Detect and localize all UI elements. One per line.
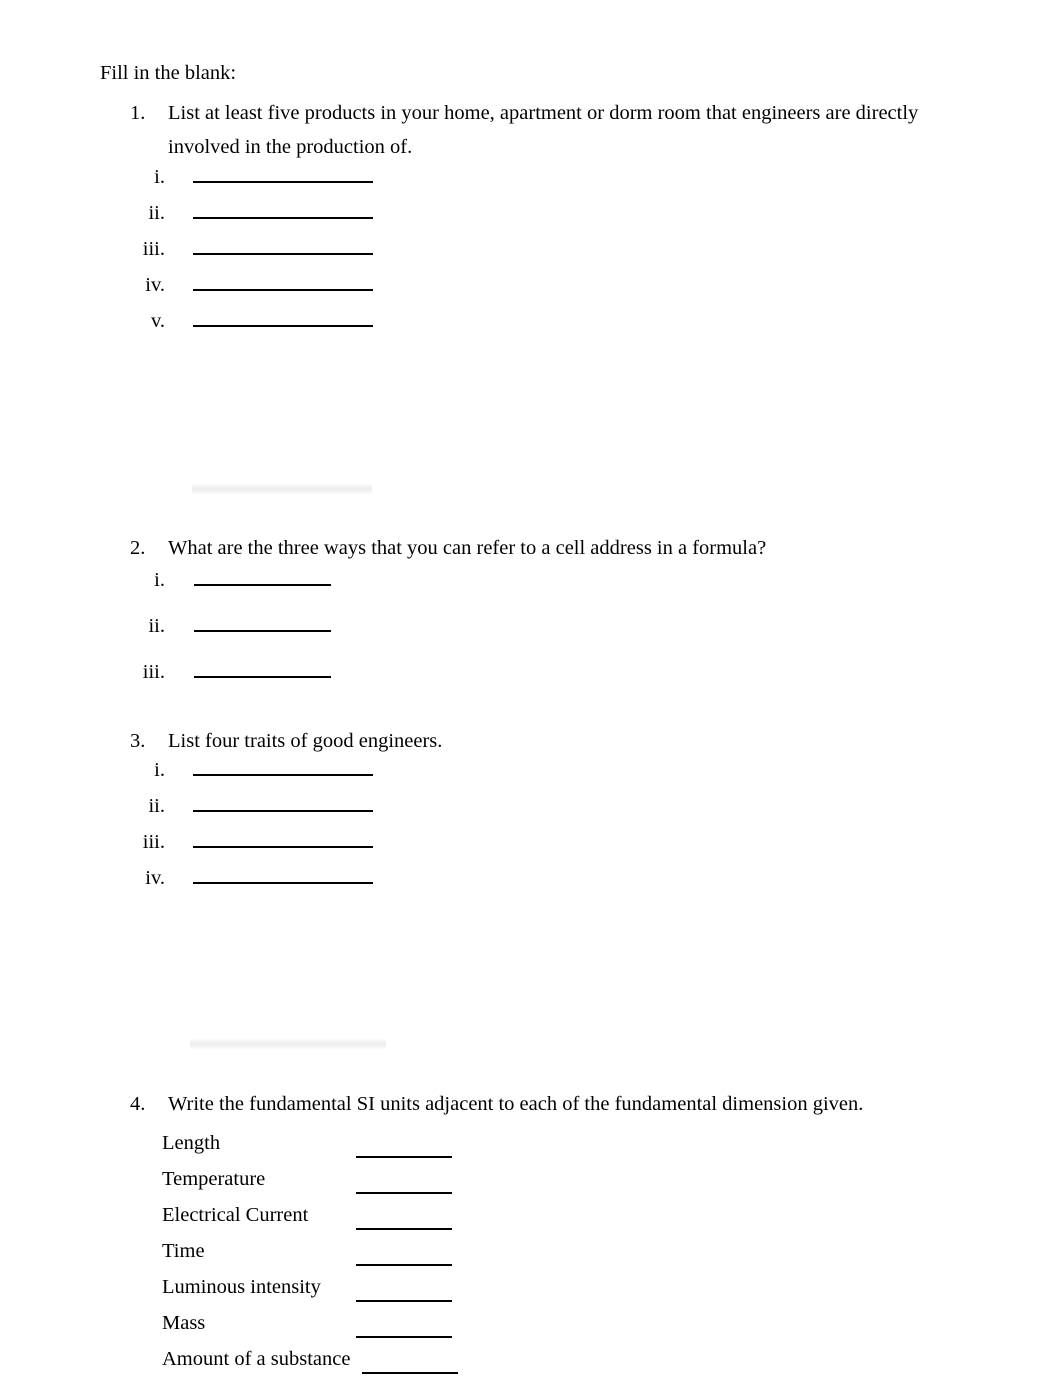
si-dimension-label: Temperature: [162, 1168, 266, 1190]
answer-label: ii.: [148, 202, 165, 224]
answer-blank-cell[interactable]: [165, 311, 373, 327]
answer-row: ii.: [100, 615, 331, 661]
answer-blank[interactable]: [193, 760, 373, 776]
answer-blank-cell[interactable]: [165, 760, 373, 776]
answer-row: i.: [100, 759, 373, 795]
answer-blank-cell[interactable]: [165, 239, 373, 255]
question-3-text: List four traits of good engineers.: [168, 730, 443, 752]
answer-row: iii.: [100, 238, 373, 274]
si-row: Amount of a substance: [162, 1338, 459, 1374]
question-1-answers: i. ii. iii. iv. v.: [100, 166, 373, 346]
si-unit-blank[interactable]: [356, 1143, 452, 1158]
answer-row: ii.: [100, 202, 373, 238]
answer-blank[interactable]: [193, 796, 373, 812]
page-title: Fill in the blank:: [100, 62, 237, 84]
si-row: Mass: [162, 1302, 458, 1338]
si-dimension-label: Amount of a substance: [162, 1348, 351, 1370]
answer-label: iii.: [142, 661, 165, 683]
si-dimension-label: Length: [162, 1132, 221, 1154]
answer-label: i.: [154, 759, 165, 781]
si-dimension-label: Electrical Current: [162, 1204, 309, 1226]
si-unit-blank[interactable]: [362, 1359, 459, 1374]
answer-blank[interactable]: [193, 167, 373, 183]
question-2-number: 2.: [130, 537, 146, 559]
answer-blank[interactable]: [193, 311, 373, 327]
question-2: 2. What are the three ways that you can …: [130, 531, 940, 565]
si-row: Electrical Current: [162, 1194, 458, 1230]
answer-blank-cell[interactable]: [165, 662, 331, 678]
answer-row: v.: [100, 310, 373, 346]
answer-row: iv.: [100, 274, 373, 310]
question-3: 3. List four traits of good engineers.: [130, 724, 940, 758]
answer-blank-cell[interactable]: [165, 275, 373, 291]
question-1: 1. List at least five products in your h…: [130, 96, 940, 164]
si-unit-blank[interactable]: [356, 1323, 452, 1338]
answer-row: ii.: [100, 795, 373, 831]
answer-label: i.: [154, 166, 165, 188]
si-unit-blank[interactable]: [356, 1287, 452, 1302]
answer-row: i.: [100, 166, 373, 202]
answer-blank-cell[interactable]: [165, 868, 373, 884]
answer-blank-cell[interactable]: [165, 570, 331, 586]
si-row: Length: [162, 1122, 458, 1158]
answer-blank[interactable]: [193, 868, 373, 884]
question-2-text: What are the three ways that you can ref…: [168, 537, 767, 559]
question-3-answers: i. ii. iii. iv.: [100, 759, 373, 903]
answer-blank-cell[interactable]: [165, 616, 331, 632]
answer-blank[interactable]: [193, 275, 373, 291]
faded-rule-artifact: [192, 483, 372, 495]
answer-label: iv.: [145, 274, 165, 296]
si-row: Temperature: [162, 1158, 458, 1194]
question-2-answers: i. ii. iii.: [100, 569, 331, 707]
answer-label: iii.: [142, 238, 165, 260]
question-1-text: List at least five products in your home…: [168, 102, 919, 158]
answer-label: iii.: [142, 831, 165, 853]
si-dimension-label: Luminous intensity: [162, 1276, 321, 1298]
si-unit-blank[interactable]: [356, 1215, 452, 1230]
answer-blank-cell[interactable]: [165, 167, 373, 183]
answer-blank-cell[interactable]: [165, 796, 373, 812]
question-3-number: 3.: [130, 730, 146, 752]
si-unit-blank[interactable]: [356, 1251, 452, 1266]
answer-blank-cell[interactable]: [165, 203, 373, 219]
answer-row: iii.: [100, 831, 373, 867]
si-unit-blank[interactable]: [356, 1179, 452, 1194]
answer-label: ii.: [148, 795, 165, 817]
worksheet-page: Fill in the blank: 1. List at least five…: [0, 0, 1062, 1376]
si-units-table: Length Temperature Electrical Current Ti…: [162, 1122, 459, 1374]
answer-blank[interactable]: [194, 616, 331, 632]
si-dimension-label: Time: [162, 1240, 205, 1262]
question-1-number: 1.: [130, 102, 146, 124]
answer-row: iv.: [100, 867, 373, 903]
answer-blank-cell[interactable]: [165, 832, 373, 848]
question-4-text: Write the fundamental SI units adjacent …: [168, 1093, 864, 1115]
answer-row: iii.: [100, 661, 331, 707]
answer-blank[interactable]: [194, 570, 331, 586]
answer-label: v.: [150, 310, 165, 332]
answer-label: iv.: [145, 867, 165, 889]
answer-label: i.: [154, 569, 165, 591]
answer-blank[interactable]: [193, 832, 373, 848]
si-row: Luminous intensity: [162, 1266, 458, 1302]
question-4-number: 4.: [130, 1093, 146, 1115]
question-4: 4. Write the fundamental SI units adjace…: [130, 1087, 960, 1121]
answer-blank[interactable]: [193, 239, 373, 255]
answer-row: i.: [100, 569, 331, 615]
faded-rule-artifact: [190, 1038, 386, 1050]
si-dimension-label: Mass: [162, 1312, 206, 1334]
answer-label: ii.: [148, 615, 165, 637]
answer-blank[interactable]: [193, 203, 373, 219]
answer-blank[interactable]: [194, 662, 331, 678]
si-row: Time: [162, 1230, 458, 1266]
